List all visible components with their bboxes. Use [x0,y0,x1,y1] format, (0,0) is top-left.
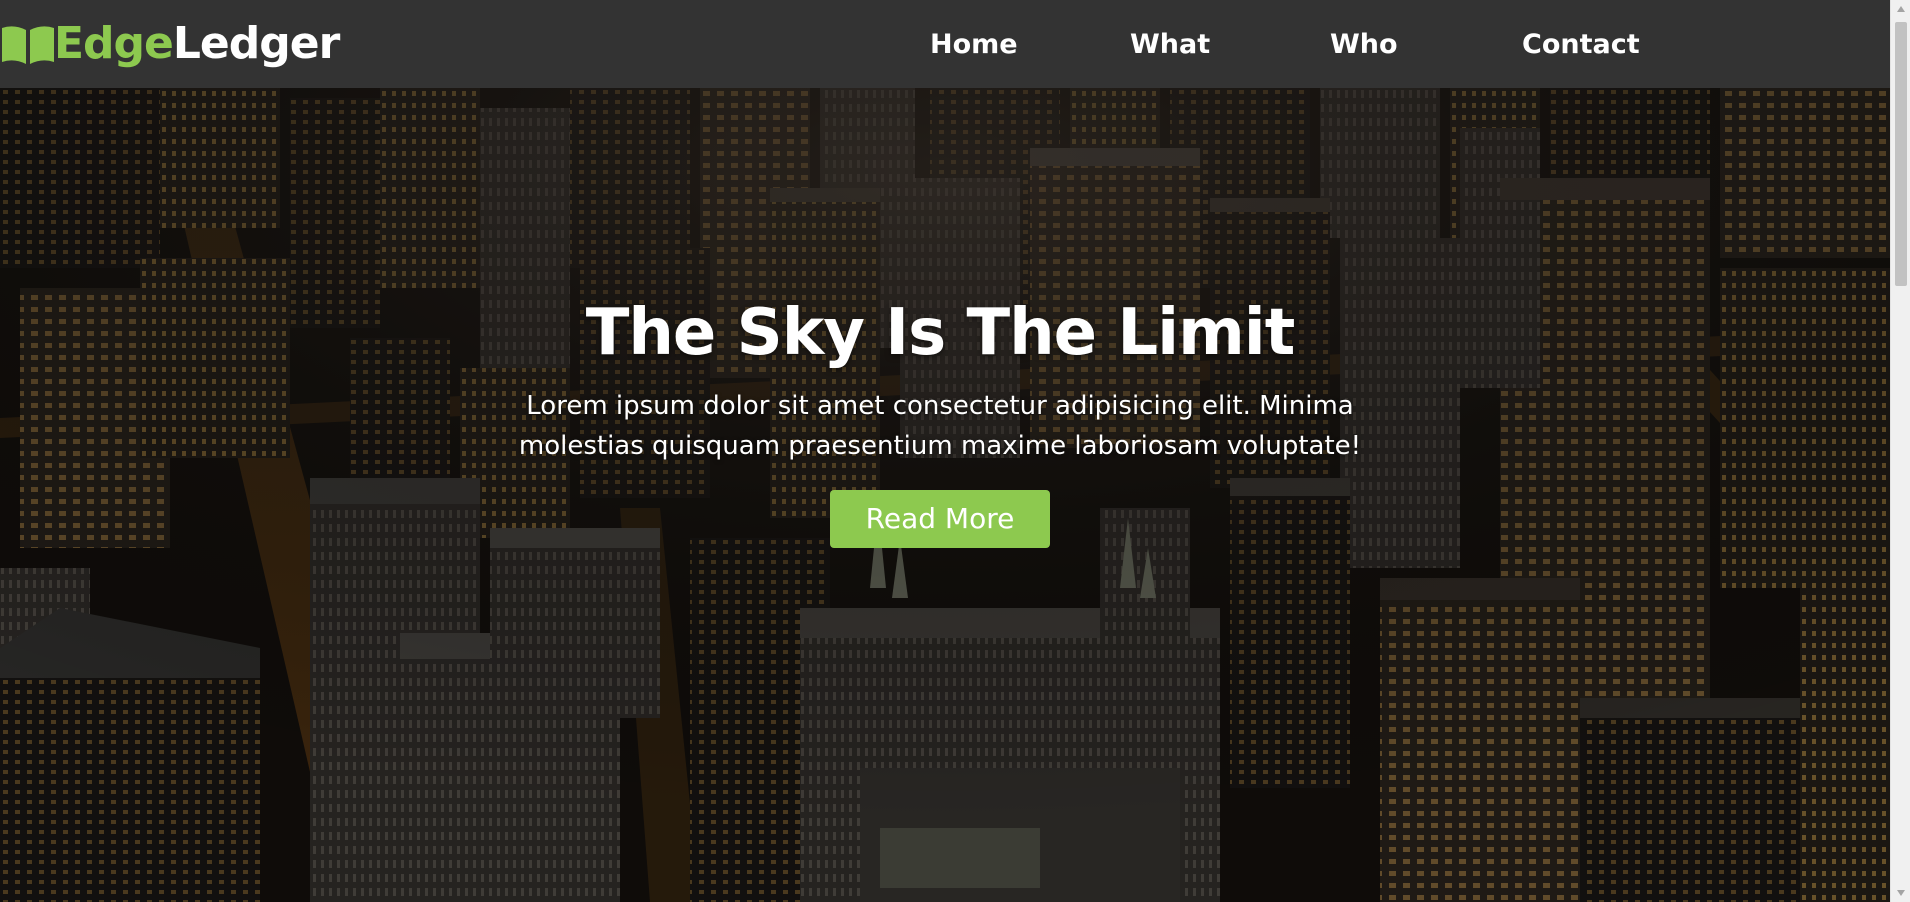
brand-name-edge: Edge [54,18,174,69]
nav-home-link[interactable]: Home [930,29,1018,60]
open-book-icon [2,26,54,64]
page-scrollbar[interactable] [1890,0,1910,902]
hero-description: Lorem ipsum dolor sit amet consectetur a… [480,386,1400,466]
hero-description-line-1: Lorem ipsum dolor sit amet consectetur a… [526,391,1354,422]
hero-section: The Sky Is The Limit Lorem ipsum dolor s… [0,88,1890,902]
scrollbar-thumb[interactable] [1895,22,1907,286]
hero-content: The Sky Is The Limit Lorem ipsum dolor s… [440,296,1440,549]
read-more-button[interactable]: Read More [829,490,1051,549]
brand-name: EdgeLedger [54,22,340,66]
navbar: EdgeLedger Home What Who Contact [0,0,1890,88]
nav-who-link[interactable]: Who [1330,29,1398,60]
nav-what-link[interactable]: What [1130,29,1210,60]
scroll-down-arrow-icon[interactable] [1891,884,1910,902]
scroll-up-arrow-icon[interactable] [1891,0,1910,18]
brand-logo[interactable]: EdgeLedger [0,0,340,88]
page: EdgeLedger Home What Who Contact The Sky… [0,0,1910,902]
hero-description-line-2: molestias quisquam praesentium maxime la… [518,431,1362,462]
brand-name-ledger: Ledger [172,18,340,69]
nav-contact-link[interactable]: Contact [1522,29,1640,60]
hero-title: The Sky Is The Limit [585,296,1296,370]
